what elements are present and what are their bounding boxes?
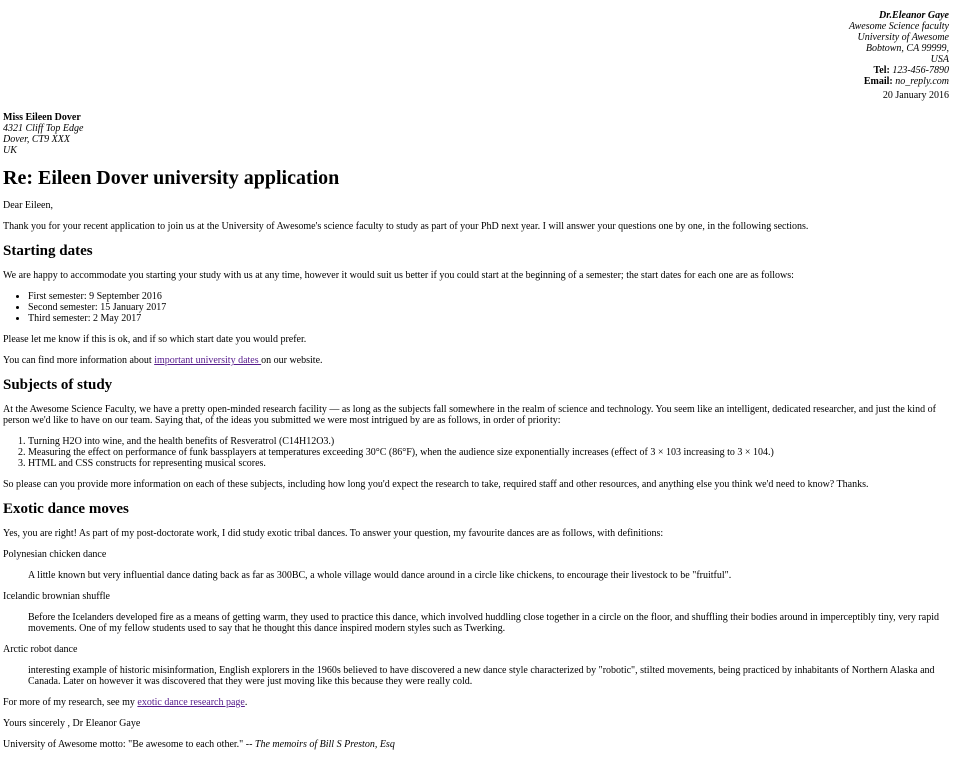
research-suffix: . <box>244 697 248 708</box>
university-dates-prefix: You can find more information about <box>3 355 155 366</box>
intro-paragraph: Thank you for your recent application to… <box>3 221 809 232</box>
section-heading-starting-dates: Starting dates <box>3 243 93 259</box>
semester-list: First semester: 9 September 2016 Second … <box>3 291 953 324</box>
sender-city: Bobtown, CA 99999, <box>865 43 949 54</box>
letter-date: 20 January 2016 <box>882 90 949 101</box>
sender-university: University of Awesome <box>857 32 949 43</box>
list-item: Third semester: 2 May 2017 <box>28 313 953 324</box>
greeting: Dear Eileen, <box>3 200 53 211</box>
starting-dates-text: We are happy to accommodate you starting… <box>3 270 794 281</box>
dance-term: Polynesian chicken dance <box>3 549 107 560</box>
university-dates-suffix: on our website. <box>261 355 323 366</box>
list-item: First semester: 9 September 2016 <box>28 291 953 302</box>
sender-country: USA <box>930 54 949 65</box>
section-heading-dance: Exotic dance moves <box>3 501 129 517</box>
dance-definition: A little known but very influential danc… <box>28 570 732 581</box>
dance-text: Yes, you are right! As part of my post-d… <box>3 528 664 539</box>
research-prefix: For more of my research, see my <box>3 697 138 708</box>
research-paragraph: For more of my research, see my exotic d… <box>3 697 953 708</box>
list-item: Turning H2O into wine, and the health be… <box>28 436 953 447</box>
tel-label: Tel: <box>873 65 890 76</box>
closing: Yours sincerely , Dr Eleanor Gaye <box>3 718 141 729</box>
important-dates-link[interactable]: important university dates <box>154 355 261 366</box>
sender-tel: Tel: 123-456-7890 <box>3 65 949 76</box>
motto-text: University of Awesome motto: "Be awesome… <box>3 739 255 750</box>
letter-page: Dr.Eleanor Gaye Awesome Science faculty … <box>0 10 957 750</box>
list-item: Second semester: 15 January 2017 <box>28 302 953 313</box>
starting-dates-followup: Please let me know if this is ok, and if… <box>3 334 307 345</box>
subjects-list: Turning H2O into wine, and the health be… <box>3 436 953 469</box>
dance-term: Icelandic brownian shuffle <box>3 591 110 602</box>
subjects-text: At the Awesome Science Faculty, we have … <box>3 404 936 426</box>
recipient-address: Miss Eileen Dover 4321 Cliff Top Edge Do… <box>3 112 953 156</box>
dance-definition: Before the Icelanders developed fire as … <box>28 612 939 634</box>
dance-definitions: Polynesian chicken dance A little known … <box>3 549 953 687</box>
dance-research-link[interactable]: exotic dance research page <box>137 697 244 708</box>
recipient-street: 4321 Cliff Top Edge <box>3 123 84 134</box>
page-title: Re: Eileen Dover university application <box>3 167 340 189</box>
sender-address: Dr.Eleanor Gaye Awesome Science faculty … <box>3 10 949 101</box>
motto: University of Awesome motto: "Be awesome… <box>3 739 953 750</box>
motto-citation: The memoirs of Bill S Preston, Esq <box>254 739 395 750</box>
recipient-name: Miss Eileen Dover <box>3 112 81 123</box>
sender-faculty: Awesome Science faculty <box>849 21 949 32</box>
recipient-country: UK <box>3 145 17 156</box>
dance-term: Arctic robot dance <box>3 644 78 655</box>
section-heading-subjects: Subjects of study <box>3 377 113 393</box>
recipient-city: Dover, CT9 XXX <box>3 134 70 145</box>
list-item: HTML and CSS constructs for representing… <box>28 458 953 469</box>
university-dates-paragraph: You can find more information about impo… <box>3 355 953 366</box>
tel-value: 123-456-7890 <box>892 65 949 76</box>
subjects-followup: So please can you provide more informati… <box>3 479 869 490</box>
email-label: Email: <box>863 76 893 87</box>
sender-name: Dr.Eleanor Gaye <box>879 10 949 21</box>
email-value: no_reply.com <box>895 76 949 87</box>
sender-email: Email: no_reply.com <box>3 76 949 87</box>
list-item: Measuring the effect on performance of f… <box>28 447 953 458</box>
dance-definition: interesting example of historic misinfor… <box>28 665 935 687</box>
